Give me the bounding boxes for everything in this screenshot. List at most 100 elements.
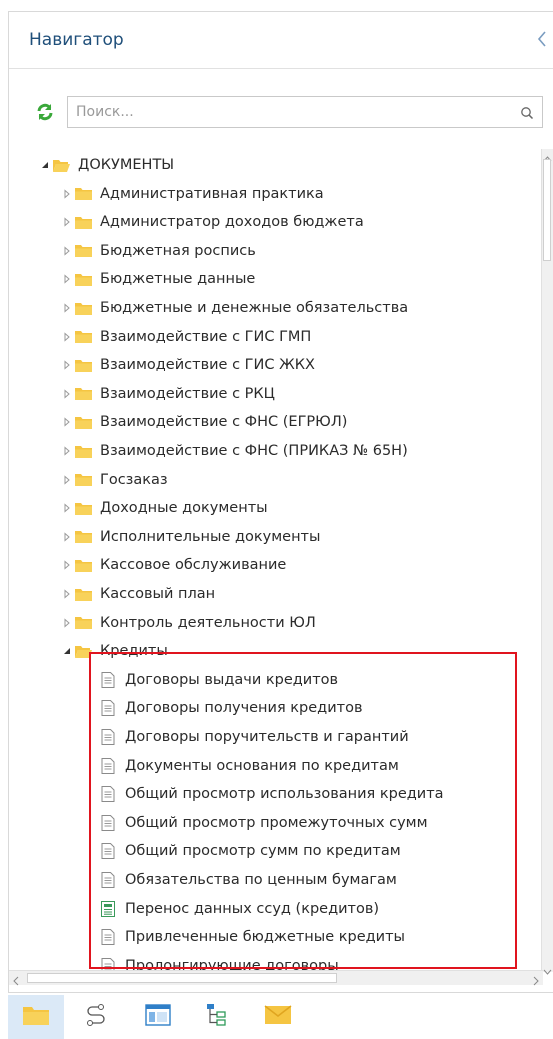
folder-icon xyxy=(75,588,92,601)
document-icon xyxy=(101,700,115,717)
tree-folder-node[interactable]: Исполнительные документы xyxy=(61,524,320,550)
tree-node-label: ДОКУМЕНТЫ xyxy=(78,157,175,173)
tree-node-label: Обязательства по ценным бумагам xyxy=(125,872,397,888)
tree-folder-node[interactable]: Бюджетная роспись xyxy=(61,238,256,264)
expand-arrow-icon[interactable] xyxy=(61,645,73,657)
tree-document-node[interactable]: Договоры выдачи кредитов xyxy=(101,667,338,693)
tree-document-node[interactable]: Перенос данных ссуд (кредитов) xyxy=(101,896,379,922)
tree-node-label: Договоры получения кредитов xyxy=(125,700,363,717)
tree-folder-node[interactable]: Взаимодействие с ФНС (ПРИКАЗ № 65Н) xyxy=(61,438,408,464)
expand-arrow-icon[interactable] xyxy=(39,159,51,171)
folder-icon xyxy=(75,530,92,544)
collapsed-arrow-icon[interactable] xyxy=(61,445,73,457)
tree-folder-node[interactable]: Административная практика xyxy=(61,181,324,207)
routes-tab-button[interactable] xyxy=(68,995,124,1039)
horizontal-scroll-thumb[interactable] xyxy=(27,973,337,983)
tree-folder-node[interactable]: Кассовое обслуживание xyxy=(61,552,286,578)
tree-folder-node[interactable]: Доходные документы xyxy=(61,495,268,521)
tree-node-label: Взаимодействие с ФНС (ПРИКАЗ № 65Н) xyxy=(100,443,408,459)
vertical-scrollbar[interactable] xyxy=(541,149,553,975)
collapsed-arrow-icon[interactable] xyxy=(61,302,73,314)
navigator-header: Навигатор xyxy=(9,12,553,69)
collapsed-arrow-icon[interactable] xyxy=(61,617,73,629)
tree-folder-node[interactable]: Бюджетные данные xyxy=(61,266,255,292)
search-icon[interactable] xyxy=(520,105,534,120)
collapsed-arrow-icon[interactable] xyxy=(61,588,73,600)
folder-tab-button[interactable] xyxy=(8,995,64,1039)
folder-icon xyxy=(75,502,92,515)
collapsed-arrow-icon[interactable] xyxy=(61,216,73,228)
navigator-tree: ДОКУМЕНТЫ Административная практика Админи… xyxy=(9,142,541,970)
collapsed-arrow-icon[interactable] xyxy=(61,388,73,400)
scroll-down-icon[interactable] xyxy=(542,962,553,975)
mail-icon xyxy=(264,1005,292,1029)
folder-icon xyxy=(75,302,92,315)
tree-folder-node[interactable]: Госзаказ xyxy=(61,467,168,493)
bottom-toolbar xyxy=(0,995,553,1039)
tree-folder-node[interactable]: Кассовый план xyxy=(61,581,215,607)
messages-tab-button[interactable] xyxy=(250,995,306,1039)
folder-icon xyxy=(75,416,92,429)
search-input[interactable] xyxy=(76,97,506,127)
collapsed-arrow-icon[interactable] xyxy=(61,474,73,486)
scroll-left-icon[interactable] xyxy=(11,972,21,991)
collapsed-arrow-icon[interactable] xyxy=(61,559,73,571)
tree-folder-node[interactable]: Взаимодействие с ФНС (ЕГРЮЛ) xyxy=(61,409,347,435)
collapsed-arrow-icon[interactable] xyxy=(61,416,73,428)
document-icon xyxy=(101,757,115,774)
collapsed-arrow-icon[interactable] xyxy=(61,531,73,543)
collapsed-arrow-icon[interactable] xyxy=(61,245,73,257)
folder-icon xyxy=(75,445,92,458)
collapsed-arrow-icon[interactable] xyxy=(61,188,73,200)
tree-folder-node[interactable]: Бюджетные и денежные обязательства xyxy=(61,295,408,321)
tree-document-node[interactable]: Договоры поручительств и гарантий xyxy=(101,724,409,750)
tree-document-node[interactable]: Договоры получения кредитов xyxy=(101,695,363,721)
tree-node-label: Кредиты xyxy=(100,643,168,660)
tree-folder-node[interactable]: Взаимодействие с РКЦ xyxy=(61,381,275,407)
tree-document-node[interactable]: Общий просмотр промежуточных сумм xyxy=(101,810,428,836)
tree-document-node[interactable]: Привлеченные бюджетные кредиты xyxy=(101,924,405,950)
tree-folder-node[interactable]: Взаимодействие с ГИС ЖКХ xyxy=(61,352,315,378)
tree-document-node[interactable]: Обязательства по ценным бумагам xyxy=(101,867,397,893)
tree-node-label: Документы основания по кредитам xyxy=(125,757,399,774)
collapsed-arrow-icon[interactable] xyxy=(61,273,73,285)
window-tab-button[interactable] xyxy=(130,995,186,1039)
scroll-up-icon[interactable] xyxy=(542,149,553,162)
scroll-right-icon[interactable] xyxy=(531,972,541,991)
folder-icon xyxy=(75,359,92,372)
tree-document-node[interactable]: Документы основания по кредитам xyxy=(101,753,399,779)
structure-tab-button[interactable] xyxy=(188,995,244,1039)
collapsed-arrow-icon[interactable] xyxy=(61,359,73,371)
collapse-panel-icon[interactable] xyxy=(533,28,551,50)
collapsed-arrow-icon[interactable] xyxy=(61,331,73,343)
tree-node-label: Перенос данных ссуд (кредитов) xyxy=(125,900,380,917)
tree-node-label: Взаимодействие с ГИС ГМП xyxy=(100,328,312,345)
tree-folder-node-expanded[interactable]: Кредиты xyxy=(61,638,168,664)
folder-icon xyxy=(75,330,92,344)
tree-folder-node[interactable]: Администратор доходов бюджета xyxy=(61,209,364,235)
horizontal-scrollbar[interactable] xyxy=(9,970,543,986)
document-icon xyxy=(101,786,115,803)
tree-node-label: Общий просмотр использования кредита xyxy=(125,786,444,803)
search-field[interactable] xyxy=(67,96,543,128)
tree-node-label: Общий просмотр сумм по кредитам xyxy=(125,843,401,860)
document-icon xyxy=(101,957,115,970)
folder-icon xyxy=(22,1004,50,1030)
tree-node-label: Привлеченные бюджетные кредиты xyxy=(125,929,405,946)
vertical-scroll-thumb[interactable] xyxy=(543,159,551,261)
tree-document-node[interactable]: Пролонгирующие договоры xyxy=(101,953,339,970)
tree-node-label: Административная практика xyxy=(100,185,324,202)
route-icon xyxy=(84,1003,108,1031)
tree-folder-node[interactable]: Контроль деятельности ЮЛ xyxy=(61,610,316,636)
folder-icon xyxy=(75,559,92,572)
folder-icon xyxy=(75,187,92,201)
tree-folder-node[interactable]: Взаимодействие с ГИС ГМП xyxy=(61,324,311,350)
collapsed-arrow-icon[interactable] xyxy=(61,502,73,514)
folder-icon xyxy=(75,387,92,401)
refresh-icon[interactable] xyxy=(35,102,55,122)
document-icon xyxy=(101,729,115,745)
document-icon xyxy=(101,843,115,860)
tree-root-node[interactable]: ДОКУМЕНТЫ xyxy=(39,152,174,178)
tree-document-node[interactable]: Общий просмотр сумм по кредитам xyxy=(101,838,401,864)
tree-document-node[interactable]: Общий просмотр использования кредита xyxy=(101,781,444,807)
